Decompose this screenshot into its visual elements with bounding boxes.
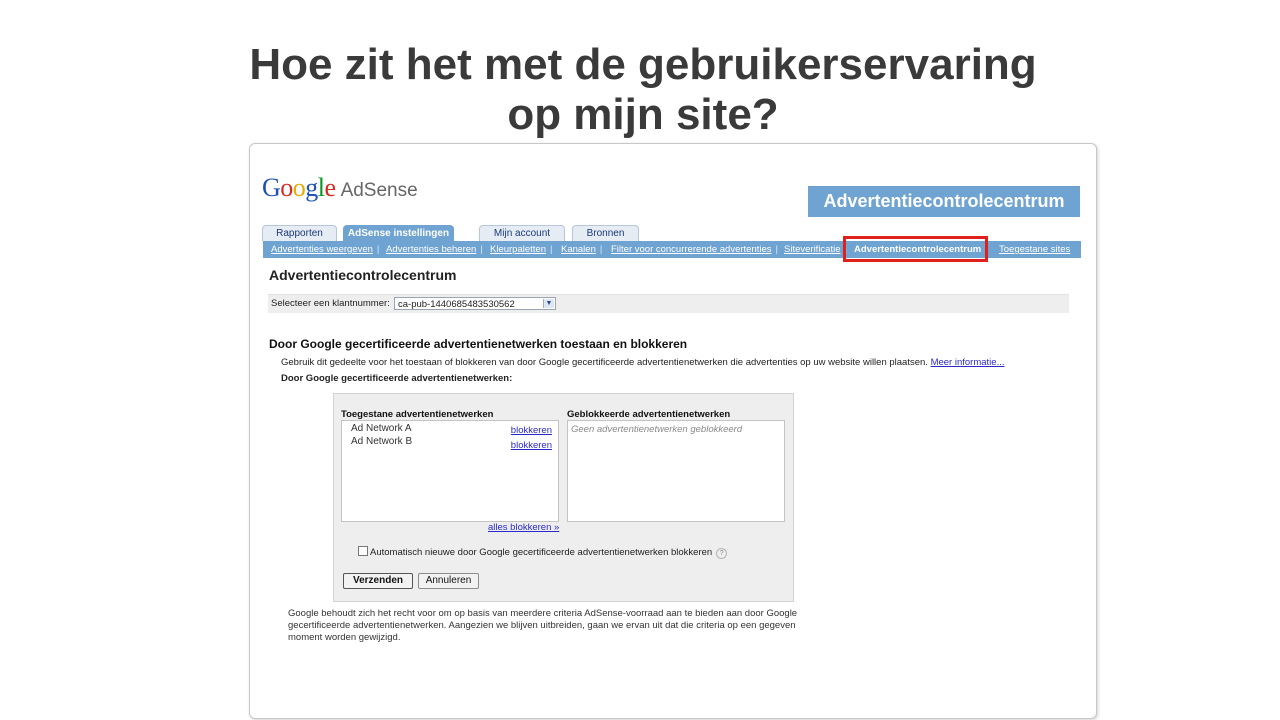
auto-block-label: Automatisch nieuwe door Google gecertifi… xyxy=(370,547,713,558)
networks-subheading: Door Google gecertificeerde advertentien… xyxy=(281,373,513,384)
allowed-networks-heading: Toegestane advertentienetwerken xyxy=(341,409,494,420)
slide-title: Hoe zit het met de gebruikerservaring op… xyxy=(0,40,1280,140)
tab-rapporten[interactable]: Rapporten xyxy=(262,225,337,241)
block-all-link[interactable]: alles blokkeren » xyxy=(488,522,559,533)
logo-letter: o xyxy=(280,173,293,202)
section-description: Gebruik dit gedeelte voor het toestaan o… xyxy=(281,357,1005,368)
client-selector-bar: Selecteer een klantnummer: ca-pub-144068… xyxy=(268,294,1069,313)
subnav-siteverificatie[interactable]: Siteverificatie xyxy=(784,244,841,255)
page-title: Advertentiecontrolecentrum xyxy=(269,267,457,283)
block-network-b-link[interactable]: blokkeren xyxy=(511,440,552,451)
logo-letter: G xyxy=(262,173,281,202)
client-number-select[interactable]: ca-pub-1440685483530562 ▼ xyxy=(394,297,556,310)
allowed-networks-list[interactable]: Ad Network A blokkeren Ad Network B blok… xyxy=(341,420,559,522)
slide-title-line-1: Hoe zit het met de gebruikerservaring xyxy=(249,40,1037,89)
highlight-box xyxy=(843,236,988,262)
tab-mijn-account[interactable]: Mijn account xyxy=(479,225,565,241)
auto-block-option: Automatisch nieuwe door Google gecertifi… xyxy=(358,546,728,559)
list-item: Ad Network B xyxy=(351,436,413,447)
more-info-link[interactable]: Meer informatie... xyxy=(931,357,1005,368)
help-icon[interactable]: ? xyxy=(716,548,728,559)
cancel-button[interactable]: Annuleren xyxy=(418,573,479,589)
auto-block-checkbox[interactable] xyxy=(358,546,368,556)
logo-letter: o xyxy=(292,173,306,202)
slide-title-line-2: op mijn site? xyxy=(507,90,779,139)
logo-product-name: AdSense xyxy=(340,180,418,201)
network-control-panel: Toegestane advertentienetwerken Geblokke… xyxy=(333,393,794,602)
description-text: Gebruik dit gedeelte voor het toestaan o… xyxy=(281,357,928,368)
client-number-label: Selecteer een klantnummer: xyxy=(271,298,390,309)
subnav-kleurpaletten[interactable]: Kleurpaletten xyxy=(490,244,546,255)
logo-letter: e xyxy=(324,173,337,202)
subnav-advertenties-beheren[interactable]: Advertenties beheren xyxy=(386,244,476,255)
logo-letter: l xyxy=(317,173,325,202)
callout-label: Advertentiecontrolecentrum xyxy=(808,186,1080,217)
tab-adsense-instellingen[interactable]: AdSense instellingen xyxy=(343,225,454,241)
blocked-empty-text: Geen advertentienetwerken geblokkeerd xyxy=(571,424,743,435)
logo-letter: g xyxy=(305,173,318,202)
section-heading: Door Google gecertificeerde advertentien… xyxy=(269,337,688,351)
block-network-a-link[interactable]: blokkeren xyxy=(511,425,552,436)
chevron-down-icon: ▼ xyxy=(543,299,554,308)
google-adsense-logo: Google AdSense xyxy=(262,173,418,203)
client-number-value: ca-pub-1440685483530562 xyxy=(398,299,515,310)
blocked-networks-heading: Geblokkeerde advertentienetwerken xyxy=(567,409,731,420)
blocked-networks-list[interactable]: Geen advertentienetwerken geblokkeerd xyxy=(567,420,785,522)
tab-bronnen[interactable]: Bronnen xyxy=(572,225,639,241)
footnote-text: Google behoudt zich het recht voor om op… xyxy=(288,608,798,643)
list-item: Ad Network A xyxy=(351,423,412,434)
subnav-filter-concurrerende-advertenties[interactable]: Filter voor concurrerende advertenties xyxy=(611,244,772,255)
subnav-kanalen[interactable]: Kanalen xyxy=(561,244,596,255)
subnav-advertenties-weergeven[interactable]: Advertenties weergeven xyxy=(271,244,373,255)
subnav-toegestane-sites[interactable]: Toegestane sites xyxy=(999,244,1070,255)
submit-button[interactable]: Verzenden xyxy=(343,573,413,589)
